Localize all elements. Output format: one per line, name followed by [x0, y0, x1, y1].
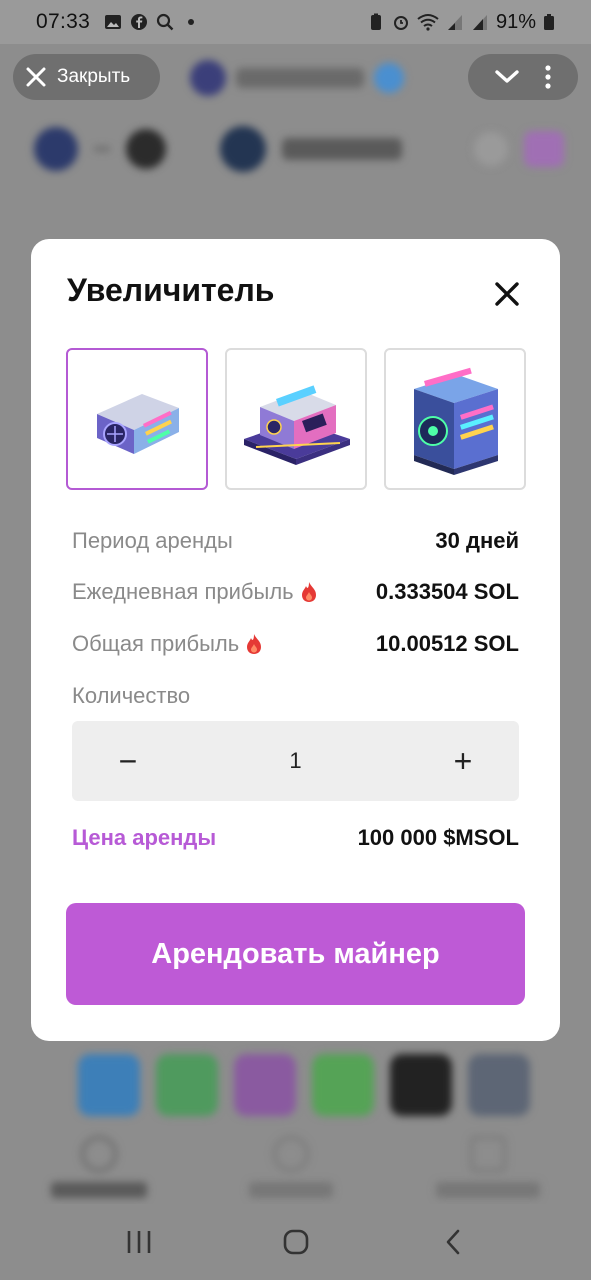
miner-1-image [97, 394, 179, 454]
rent-period-row: Период аренды 30 дней [72, 528, 519, 554]
close-icon [26, 67, 46, 87]
back-icon [446, 1229, 459, 1255]
bg-header-row [34, 124, 564, 174]
rent-price-label: Цена аренды [72, 825, 217, 850]
miner-3-image [414, 367, 498, 475]
image-icon [105, 15, 122, 29]
status-right: 91% [367, 11, 555, 34]
rent-period-value: 30 дней [435, 528, 519, 553]
bg-bottom-nav [0, 1136, 591, 1198]
bg-social-links [78, 1054, 530, 1116]
home-icon [283, 1229, 308, 1255]
close-label: Закрыть [57, 66, 131, 87]
system-nav-bar [0, 1204, 591, 1280]
total-profit-row: Общая прибыль 10.00512 SOL [72, 631, 519, 657]
miner-thumbnail-1[interactable] [66, 348, 208, 490]
fire-icon [247, 634, 262, 654]
quantity-value[interactable]: 1 [289, 748, 301, 774]
more-vertical-icon[interactable] [544, 65, 552, 89]
fire-icon [301, 582, 316, 602]
status-time: 07:33 [36, 10, 91, 33]
battery-saver-icon [370, 13, 381, 30]
battery-percent: 91% [495, 10, 536, 33]
facebook-icon [131, 14, 148, 30]
rent-miner-button[interactable]: Арендовать майнер [66, 903, 525, 1005]
back-button[interactable] [433, 1222, 473, 1262]
rent-price-value: 100 000 $MSOL [357, 825, 519, 850]
recent-apps-button[interactable] [119, 1222, 159, 1262]
chevron-down-icon[interactable] [494, 68, 520, 86]
quantity-stepper: − 1 + [72, 721, 519, 801]
signal-icon [447, 15, 462, 30]
decrement-button[interactable]: − [108, 741, 148, 781]
miner-thumbnail-3[interactable] [384, 348, 526, 490]
status-left-icons [104, 13, 200, 31]
webapp-menu [468, 54, 578, 100]
daily-profit-label: Ежедневная прибыль [72, 579, 294, 604]
close-webapp-button[interactable]: Закрыть [13, 54, 160, 100]
rent-period-label: Период аренды [72, 528, 233, 553]
status-bar: 07:33 91% [0, 0, 591, 44]
total-profit-label: Общая прибыль [72, 631, 240, 656]
total-profit-value: 10.00512 SOL [375, 631, 519, 656]
rent-price-row: Цена аренды 100 000 $MSOL [72, 825, 519, 851]
miner-thumbnail-2[interactable] [225, 348, 367, 490]
close-icon[interactable] [494, 281, 520, 307]
battery-icon [544, 14, 554, 30]
miner-thumbnails [66, 348, 526, 490]
modal-title: Увеличитель [67, 272, 275, 308]
home-button[interactable] [276, 1222, 316, 1262]
daily-profit-value: 0.333504 SOL [375, 579, 519, 604]
search-icon [156, 13, 174, 31]
miner-2-image [244, 385, 350, 465]
signal-icon [472, 15, 487, 30]
quantity-label: Количество [72, 683, 191, 708]
alarm-icon [393, 16, 408, 30]
daily-profit-row: Ежедневная прибыль 0.333504 SOL [72, 579, 519, 605]
bg-app-title [190, 60, 404, 96]
wifi-icon [417, 14, 439, 31]
increment-button[interactable]: + [443, 741, 483, 781]
rent-miner-modal: Увеличитель Период аренды 30 дней Ежедне… [31, 239, 560, 1041]
dot-icon [188, 19, 195, 25]
recent-apps-icon [127, 1231, 150, 1253]
